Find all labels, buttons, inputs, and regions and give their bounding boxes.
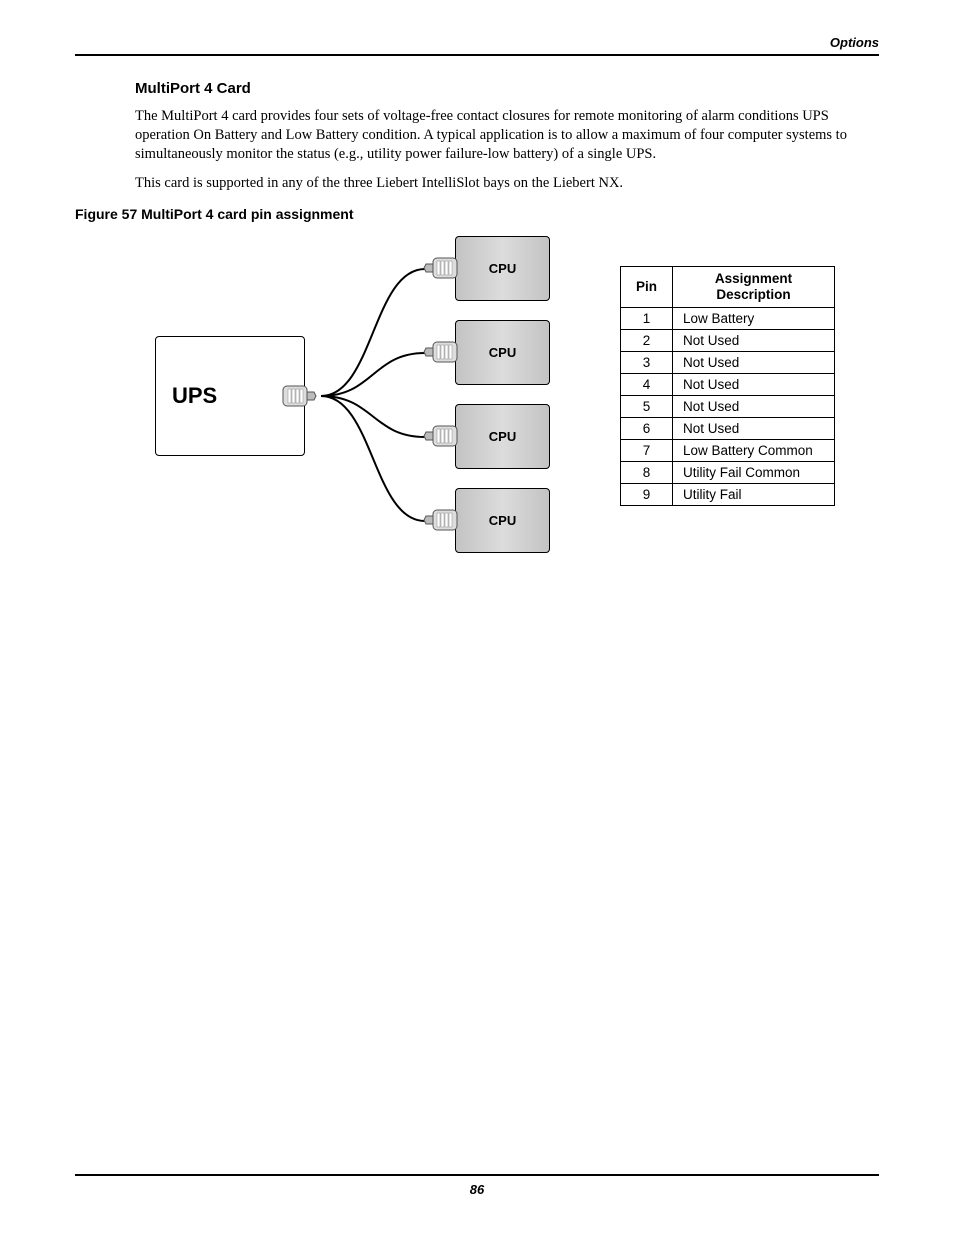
diagram: UPS — [155, 236, 550, 566]
connector-icon — [422, 257, 458, 279]
section-title: MultiPort 4 Card — [135, 80, 879, 97]
cell-pin: 1 — [621, 307, 673, 329]
body-paragraph-2: This card is supported in any of the thr… — [135, 174, 879, 193]
cell-pin: 9 — [621, 483, 673, 505]
cell-pin: 5 — [621, 395, 673, 417]
figure-area: UPS — [75, 236, 879, 566]
footer-rule — [75, 1174, 879, 1176]
cpu-label: CPU — [489, 261, 516, 276]
connector-icon — [422, 509, 458, 531]
cell-desc: Not Used — [673, 351, 835, 373]
connector-icon — [282, 385, 318, 407]
table-row: 1Low Battery — [621, 307, 835, 329]
cell-desc: Low Battery Common — [673, 439, 835, 461]
cell-desc: Not Used — [673, 373, 835, 395]
ups-box: UPS — [155, 336, 305, 456]
connector-icon — [422, 341, 458, 363]
footer: 86 — [75, 1174, 879, 1197]
cell-pin: 7 — [621, 439, 673, 461]
table-row: 9Utility Fail — [621, 483, 835, 505]
cell-desc: Not Used — [673, 395, 835, 417]
table-row: 3Not Used — [621, 351, 835, 373]
connector-icon — [422, 425, 458, 447]
cell-pin: 4 — [621, 373, 673, 395]
cell-desc: Low Battery — [673, 307, 835, 329]
cpu-label: CPU — [489, 345, 516, 360]
figure-caption: Figure 57 MultiPort 4 card pin assignmen… — [75, 206, 879, 222]
cpu-label: CPU — [489, 513, 516, 528]
table-row: 6Not Used — [621, 417, 835, 439]
table-row: 7Low Battery Common — [621, 439, 835, 461]
cpu-label: CPU — [489, 429, 516, 444]
cpu-box-1: CPU — [455, 236, 550, 301]
cpu-box-4: CPU — [455, 488, 550, 553]
cpu-box-2: CPU — [455, 320, 550, 385]
cpu-box-3: CPU — [455, 404, 550, 469]
cell-desc: Not Used — [673, 417, 835, 439]
page-number: 86 — [75, 1182, 879, 1197]
body-paragraph-1: The MultiPort 4 card provides four sets … — [135, 107, 879, 164]
table-row: 8Utility Fail Common — [621, 461, 835, 483]
cell-pin: 6 — [621, 417, 673, 439]
pin-assignment-table: Pin AssignmentDescription 1Low Battery 2… — [620, 266, 835, 506]
cell-desc: Utility Fail Common — [673, 461, 835, 483]
table-header-pin: Pin — [621, 266, 673, 307]
cell-pin: 3 — [621, 351, 673, 373]
table-row: 4Not Used — [621, 373, 835, 395]
ups-label: UPS — [172, 383, 217, 409]
cell-desc: Utility Fail — [673, 483, 835, 505]
table-header-desc: AssignmentDescription — [673, 266, 835, 307]
table-row: 2Not Used — [621, 329, 835, 351]
cell-pin: 2 — [621, 329, 673, 351]
cell-pin: 8 — [621, 461, 673, 483]
cell-desc: Not Used — [673, 329, 835, 351]
header-section-label: Options — [75, 35, 879, 50]
table-row: 5Not Used — [621, 395, 835, 417]
